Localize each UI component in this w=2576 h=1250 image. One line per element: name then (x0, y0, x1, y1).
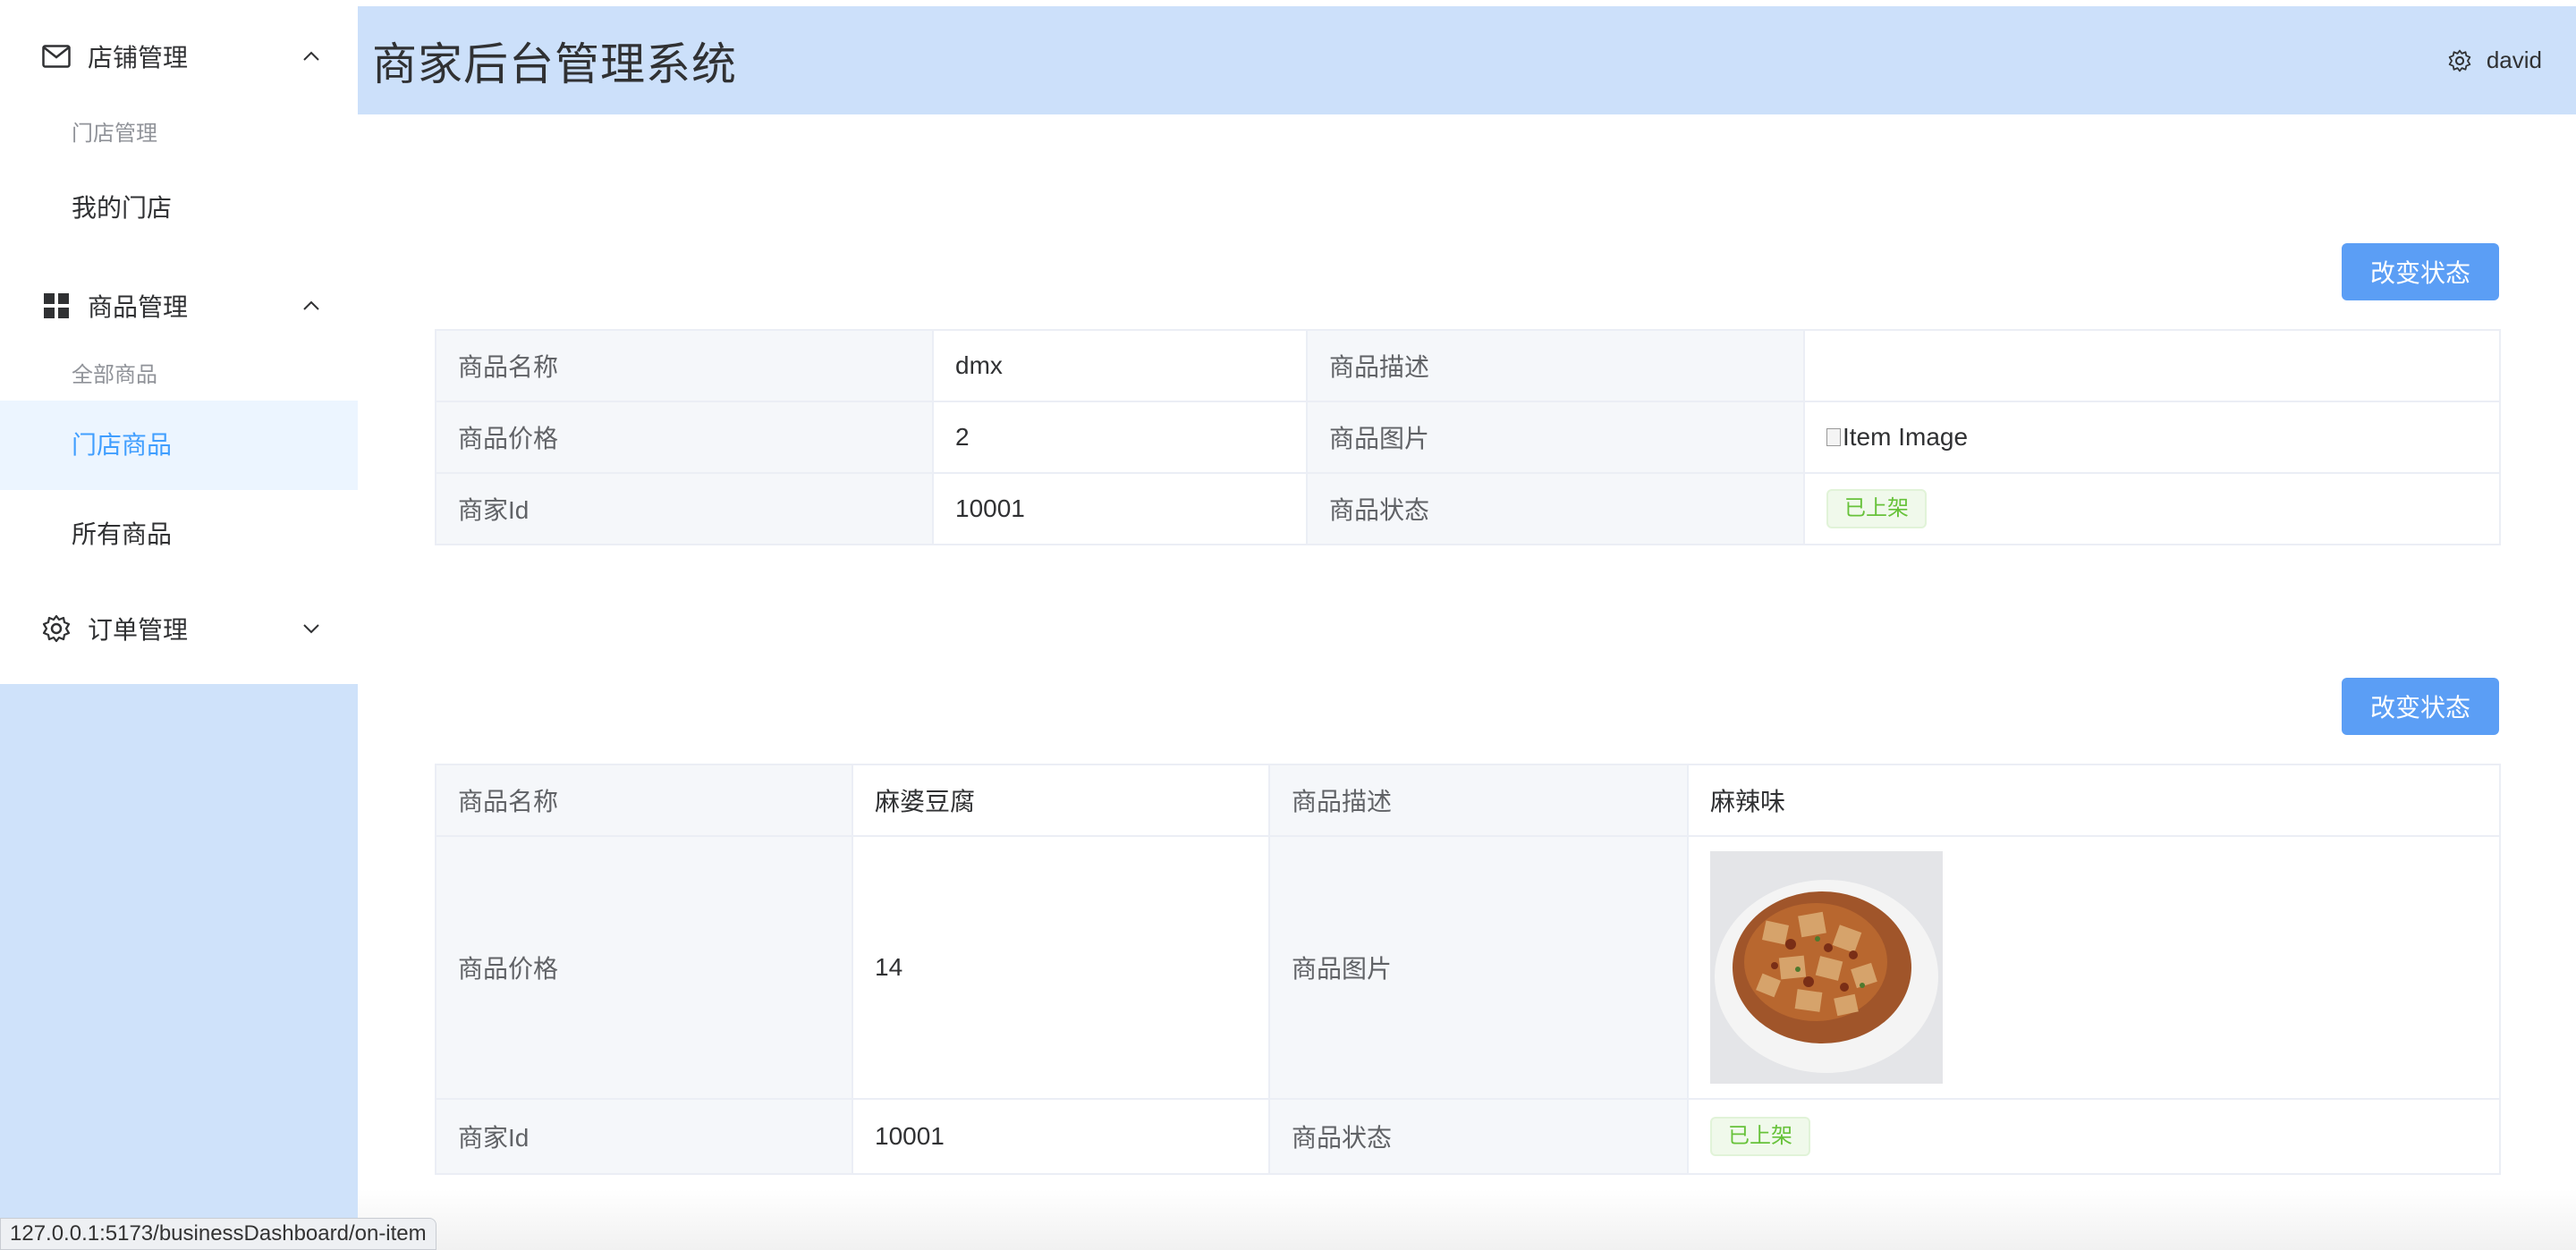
status-badge: 已上架 (1710, 1117, 1810, 1156)
product-card: 改变状态 商品名称 麻婆豆腐 商品描述 麻辣味 商品价格 14 商品图片 商家I… (435, 678, 2501, 1175)
value-image (1687, 835, 2501, 1100)
product-details-table: 商品名称 麻婆豆腐 商品描述 麻辣味 商品价格 14 商品图片 商家Id 100… (435, 764, 2501, 1175)
sidebar-menu: 店铺管理 门店管理 我的门店 商品管理 全部商品 门店商品 所有商品 订单管理 (0, 0, 358, 684)
change-status-button[interactable]: 改变状态 (2342, 678, 2499, 735)
value-price: 14 (852, 835, 1270, 1100)
label-image: 商品图片 (1306, 401, 1805, 474)
menu-group-store[interactable]: 店铺管理 (0, 0, 358, 113)
table-row: 商家Id 10001 商品状态 已上架 (435, 472, 2501, 545)
value-name: 麻婆豆腐 (852, 764, 1270, 837)
mail-icon (41, 41, 72, 72)
label-desc: 商品描述 (1268, 764, 1689, 837)
gear-icon (2447, 48, 2472, 73)
product-card: 改变状态 商品名称 dmx 商品描述 商品价格 2 商品图片 Item Imag… (435, 243, 2501, 545)
grid-icon (41, 291, 72, 321)
table-row: 商家Id 10001 商品状态 已上架 (435, 1098, 2501, 1175)
label-image: 商品图片 (1268, 835, 1689, 1100)
card-actions: 改变状态 (435, 243, 2499, 300)
sidebar-item-my-store[interactable]: 我的门店 (0, 156, 358, 261)
table-row: 商品价格 14 商品图片 (435, 835, 2501, 1100)
status-badge: 已上架 (1826, 489, 1927, 528)
broken-image-icon (1826, 427, 1841, 446)
value-merchant: 10001 (852, 1098, 1270, 1175)
label-name: 商品名称 (435, 329, 934, 402)
value-name: dmx (932, 329, 1308, 402)
label-desc: 商品描述 (1306, 329, 1805, 402)
value-status: 已上架 (1687, 1098, 2501, 1175)
product-details-table: 商品名称 dmx 商品描述 商品价格 2 商品图片 Item Image 商家I… (435, 329, 2501, 545)
menu-subtitle-store: 门店管理 (72, 122, 157, 146)
value-price: 2 (932, 401, 1308, 474)
label-price: 商品价格 (435, 401, 934, 474)
image-alt-text: Item Image (1843, 422, 1969, 451)
value-status: 已上架 (1803, 472, 2501, 545)
menu-group-label: 订单管理 (88, 616, 189, 644)
label-merchant: 商家Id (435, 1098, 853, 1175)
app: 店铺管理 门店管理 我的门店 商品管理 全部商品 门店商品 所有商品 订单管理 … (0, 0, 2576, 1250)
menu-group-label: 店铺管理 (88, 44, 189, 72)
label-status: 商品状态 (1268, 1098, 1689, 1175)
chevron-down-icon (301, 618, 322, 639)
top-header: 商家后台管理系统 david (358, 6, 2576, 114)
label-merchant: 商家Id (435, 472, 934, 545)
gear-icon (41, 613, 72, 644)
menu-subtitle-products: 全部商品 (72, 363, 157, 387)
label-price: 商品价格 (435, 835, 853, 1100)
chevron-up-icon (301, 46, 322, 67)
browser-status-url: 127.0.0.1:5173/businessDashboard/on-item (0, 1218, 436, 1250)
table-row: 商品价格 2 商品图片 Item Image (435, 401, 2501, 474)
change-status-button[interactable]: 改变状态 (2342, 243, 2499, 300)
username: david (2486, 46, 2542, 73)
broken-image: Item Image (1826, 423, 1968, 452)
sidebar-item-store-products[interactable]: 门店商品 (0, 401, 358, 490)
value-desc: 麻辣味 (1687, 764, 2501, 837)
value-image: Item Image (1803, 401, 2501, 474)
value-merchant: 10001 (932, 472, 1308, 545)
menu-group-products[interactable]: 商品管理 (0, 261, 358, 351)
user-menu[interactable]: david (2447, 46, 2542, 74)
sidebar-item-all-products[interactable]: 所有商品 (0, 490, 358, 579)
sidebar: 店铺管理 门店管理 我的门店 商品管理 全部商品 门店商品 所有商品 订单管理 (0, 0, 358, 1250)
table-row: 商品名称 dmx 商品描述 (435, 329, 2501, 402)
page-title: 商家后台管理系统 (372, 38, 737, 89)
product-image (1710, 851, 1943, 1084)
label-name: 商品名称 (435, 764, 853, 837)
table-row: 商品名称 麻婆豆腐 商品描述 麻辣味 (435, 764, 2501, 837)
value-desc (1803, 329, 2501, 402)
menu-group-orders[interactable]: 订单管理 (0, 579, 358, 678)
chevron-up-icon (301, 295, 322, 317)
menu-group-label: 商品管理 (88, 293, 189, 321)
bottom-fade (358, 1189, 2576, 1250)
label-status: 商品状态 (1306, 472, 1805, 545)
card-actions: 改变状态 (435, 678, 2499, 735)
